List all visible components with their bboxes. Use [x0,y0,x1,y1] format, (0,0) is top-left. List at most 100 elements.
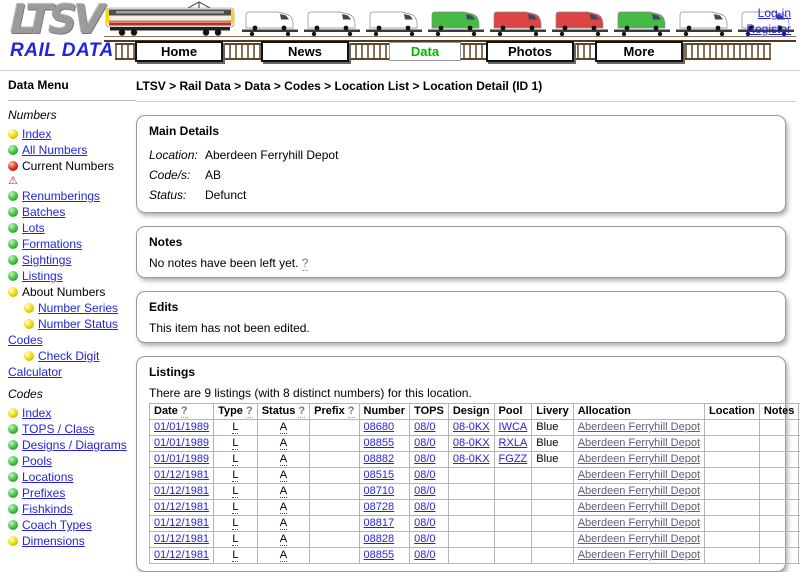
sidebar-link-formations[interactable]: Formations [22,237,82,251]
column-help-link[interactable]: ? [181,405,188,418]
nav-button-home[interactable]: Home [135,41,223,62]
cell-date: 01/12/1981 [150,468,214,484]
sidebar-link-locations[interactable]: Locations [22,470,73,484]
tops-link[interactable]: 08/0 [414,501,435,513]
tops-link[interactable]: 08/0 [414,485,435,497]
sidebar-link-number-series[interactable]: Number Series [38,301,118,315]
yellow-ball-icon [24,303,34,313]
pool-link[interactable]: IWCA [499,421,528,433]
tops-link[interactable]: 08/0 [414,421,435,433]
cell-status: A [257,452,309,468]
login-link[interactable]: Log-in [746,5,791,21]
design-link[interactable]: 08-0KX [453,437,490,449]
cell-design [448,468,494,484]
sidebar-item-fishkinds: Fishkinds [8,501,142,517]
date-link[interactable]: 01/12/1981 [154,501,209,513]
sidebar-link-dimensions[interactable]: Dimensions [22,534,85,548]
allocation-link[interactable]: Aberdeen Ferryhill Depot [578,533,700,545]
number-link[interactable]: 08855 [364,437,395,449]
sidebar-link-listings[interactable]: Listings [22,269,63,283]
cell-allocation: Aberdeen Ferryhill Depot [573,548,704,564]
date-link[interactable]: 01/01/1989 [154,437,209,449]
allocation-link[interactable]: Aberdeen Ferryhill Depot [578,549,700,561]
pool-link[interactable]: RXLA [499,437,528,449]
date-link[interactable]: 01/12/1981 [154,517,209,529]
sidebar-link-all-numbers[interactable]: All Numbers [22,143,87,157]
date-link[interactable]: 01/01/1989 [154,453,209,465]
column-help-link[interactable]: ? [298,405,305,418]
number-link[interactable]: 08710 [364,485,395,497]
sidebar-link-coach-types[interactable]: Coach Types [22,518,92,532]
tops-link[interactable]: 08/0 [414,533,435,545]
cell-allocation: Aberdeen Ferryhill Depot [573,468,704,484]
sidebar-link-sightings[interactable]: Sightings [22,253,71,267]
sidebar-link-check-digit-calculator[interactable]: Check Digit Calculator [8,349,99,379]
tops-link[interactable]: 08/0 [414,517,435,529]
tops-link[interactable]: 08/0 [414,453,435,465]
column-help-link[interactable]: ? [348,405,355,418]
pool-link[interactable]: FGZZ [499,453,528,465]
design-link[interactable]: 08-0KX [453,421,490,433]
sidebar-link-prefixes[interactable]: Prefixes [22,486,65,500]
date-link[interactable]: 01/01/1989 [154,421,209,433]
allocation-link[interactable]: Aberdeen Ferryhill Depot [578,485,700,497]
number-link[interactable]: 08728 [364,501,395,513]
allocation-link[interactable]: Aberdeen Ferryhill Depot [578,517,700,529]
green-ball-icon [8,207,18,217]
nav-button-more[interactable]: More [595,41,683,62]
number-link[interactable]: 08817 [364,517,395,529]
notes-message: No notes have been left yet. [149,256,298,270]
number-link[interactable]: 08680 [364,421,395,433]
date-link[interactable]: 01/12/1981 [154,485,209,497]
date-link[interactable]: 01/12/1981 [154,469,209,481]
sidebar-link-batches[interactable]: Batches [22,205,65,219]
date-link[interactable]: 01/12/1981 [154,549,209,561]
sidebar-link-pools[interactable]: Pools [22,454,52,468]
design-link[interactable]: 08-0KX [453,453,490,465]
main-content: LTSV > Rail Data > Data > Codes > Locati… [136,70,796,572]
green-ball-icon [8,255,18,265]
nav-button-photos[interactable]: Photos [486,41,574,62]
column-help-link[interactable]: ? [246,405,253,418]
sidebar-link-lots[interactable]: Lots [22,221,45,235]
type-abbr: L [232,501,238,514]
sidebar-item-formations: Formations [8,236,142,252]
sidebar-link-index[interactable]: Index [22,127,51,141]
allocation-link[interactable]: Aberdeen Ferryhill Depot [578,453,700,465]
cell-notes [759,548,799,564]
main-details-panel: Main Details Location:Aberdeen Ferryhill… [136,115,786,213]
listings-header-row: Date ?Type ?Status ?Prefix ?NumberTOPSDe… [150,404,800,420]
cell-date: 01/01/1989 [150,420,214,436]
sidebar-link-index[interactable]: Index [22,406,51,420]
date-link[interactable]: 01/12/1981 [154,533,209,545]
number-link[interactable]: 08882 [364,453,395,465]
allocation-link[interactable]: Aberdeen Ferryhill Depot [578,469,700,481]
allocation-link[interactable]: Aberdeen Ferryhill Depot [578,501,700,513]
sidebar-link-designs-diagrams[interactable]: Designs / Diagrams [22,438,127,452]
nav-strip: Home News Data Photos More [115,43,771,60]
sidebar-item-listings: Listings [8,268,142,284]
number-link[interactable]: 08828 [364,533,395,545]
tops-link[interactable]: 08/0 [414,549,435,561]
column-header-prefix: Prefix ? [310,404,359,420]
nav-button-news[interactable]: News [261,41,349,62]
allocation-link[interactable]: Aberdeen Ferryhill Depot [578,437,700,449]
notes-help-link[interactable]: ? [302,256,309,271]
green-ball-icon [8,472,18,482]
cell-status: A [257,420,309,436]
green-ball-icon [8,191,18,201]
number-link[interactable]: 08515 [364,469,395,481]
yellow-ball-icon [24,319,34,329]
nav-button-data[interactable]: Data [389,42,461,61]
tops-link[interactable]: 08/0 [414,437,435,449]
sidebar-link-fishkinds[interactable]: Fishkinds [22,502,73,516]
register-link[interactable]: Register [746,21,791,37]
column-header-design: Design [448,404,494,420]
allocation-link[interactable]: Aberdeen Ferryhill Depot [578,421,700,433]
tops-link[interactable]: 08/0 [414,469,435,481]
train-banner-image [104,0,796,40]
cell-livery [532,468,573,484]
sidebar-link-renumberings[interactable]: Renumberings [22,189,100,203]
sidebar-link-tops-class[interactable]: TOPS / Class [22,422,94,436]
number-link[interactable]: 08855 [364,549,395,561]
